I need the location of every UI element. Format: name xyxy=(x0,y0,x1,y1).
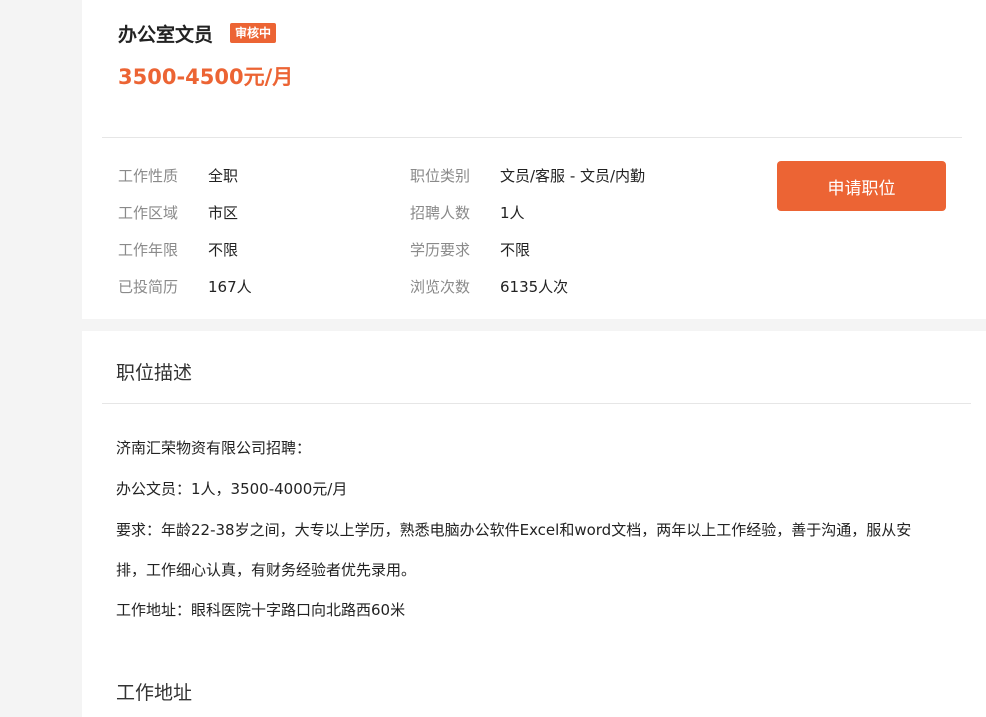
info-label: 工作区域 xyxy=(118,204,179,222)
job-header-card: 办公室文员 审核中 3500-4500元/月 工作性质 全职 工作区域 市区 工… xyxy=(82,0,986,319)
info-label: 招聘人数 xyxy=(410,204,471,222)
info-value: 不限 xyxy=(208,241,239,259)
description-line: 济南汇荣物资有限公司招聘： xyxy=(116,439,312,457)
apply-job-button[interactable]: 申请职位 xyxy=(777,161,946,211)
job-title: 办公室文员 xyxy=(118,24,214,46)
job-description-card: 职位描述 济南汇荣物资有限公司招聘： 办公文员：1人，3500-4000元/月 … xyxy=(82,331,986,717)
info-label: 浏览次数 xyxy=(410,278,471,296)
salary: 3500-4500元/月 xyxy=(118,65,294,89)
info-label: 已投简历 xyxy=(118,278,179,296)
info-label: 工作性质 xyxy=(118,167,179,185)
description-line: 排，工作细心认真，有财务经验者优先录用。 xyxy=(116,561,417,579)
info-value: 1人 xyxy=(500,204,525,222)
status-badge: 审核中 xyxy=(230,23,277,43)
info-label: 职位类别 xyxy=(410,167,471,185)
description-line: 办公文员：1人，3500-4000元/月 xyxy=(116,480,348,498)
info-value: 不限 xyxy=(500,241,531,259)
address-section-title: 工作地址 xyxy=(116,682,193,704)
info-label: 工作年限 xyxy=(118,241,179,259)
description-line: 要求：年龄22-38岁之间，大专以上学历，熟悉电脑办公软件Excel和word文… xyxy=(116,521,912,539)
info-value: 6135人次 xyxy=(500,278,569,296)
info-label: 学历要求 xyxy=(410,241,471,259)
description-title: 职位描述 xyxy=(116,362,193,384)
header-divider xyxy=(102,137,962,138)
info-value: 文员/客服 - 文员/内勤 xyxy=(500,167,646,185)
description-line: 工作地址：眼科医院十字路口向北路西60米 xyxy=(116,601,406,619)
info-value: 全职 xyxy=(208,167,239,185)
info-value: 市区 xyxy=(208,204,239,222)
info-value: 167人 xyxy=(208,278,252,296)
description-divider xyxy=(102,403,971,404)
